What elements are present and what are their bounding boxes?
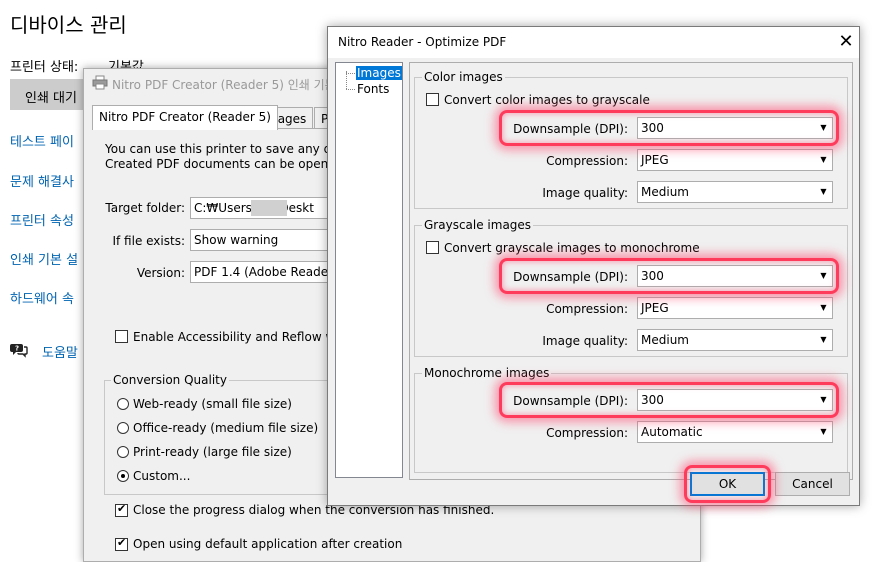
creator-description-line2: Created PDF documents can be opened [105,157,344,171]
nav-item-fonts[interactable]: Fonts [356,82,390,96]
open-queue-button[interactable]: 인쇄 대기 [10,79,90,110]
tab-nitro-creator[interactable]: Nitro PDF Creator (Reader 5) [92,105,278,130]
printer-icon [92,75,108,90]
grayscale-compression-value: JPEG [641,301,669,315]
chevron-down-icon: ▼ [820,303,827,312]
color-quality-label: Image quality: [542,186,628,200]
hardware-properties-link[interactable]: 하드웨어 속 [10,288,74,307]
quality-print-radio[interactable] [117,446,129,458]
quality-web-label: Web-ready (small file size) [133,397,292,411]
grayscale-images-caption: Grayscale images [422,218,534,232]
quality-office-label: Office-ready (medium file size) [133,421,319,435]
help-link[interactable]: 도움말 [42,342,78,361]
creator-description-line1: You can use this printer to save any doc… [105,142,353,156]
cancel-button[interactable]: Cancel [775,472,850,496]
if-file-exists-value: Show warning [194,233,279,247]
color-compression-label: Compression: [546,154,628,168]
close-icon[interactable]: ✕ [834,30,858,54]
mono-compression-label: Compression: [546,426,628,440]
quality-custom-label: Custom... [133,469,191,483]
downsample-highlight [499,110,839,146]
page-title: 디바이스 관리 [10,13,127,37]
quality-custom-radio[interactable] [117,470,129,482]
chevron-down-icon: ▼ [820,187,827,196]
monochrome-images-caption: Monochrome images [422,366,552,380]
color-images-caption: Color images [422,70,505,84]
color-to-grayscale-checkbox[interactable] [426,93,439,106]
dialog-titlebar: Nitro Reader - Optimize PDF ✕ [328,27,859,58]
grayscale-to-mono-label: Convert grayscale images to monochrome [444,241,700,255]
if-file-exists-select[interactable]: Show warning [190,229,340,251]
pdf-version-value: PDF 1.4 (Adobe Reader [194,265,334,279]
grayscale-quality-value: Medium [641,333,689,347]
chevron-down-icon: ▼ [820,335,827,344]
optimize-category-list: Images Fonts [335,62,403,478]
color-to-grayscale-label: Convert color images to grayscale [444,93,650,107]
printer-status-label: 프린터 상태: [10,60,79,75]
creator-window-title: Nitro PDF Creator (Reader 5) 인쇄 기본 [112,78,336,92]
mono-compression-value: Automatic [641,425,703,439]
tree-connector-branch [346,73,355,74]
downsample-highlight [499,382,839,418]
quality-web-radio[interactable] [117,398,129,410]
dialog-title: Nitro Reader - Optimize PDF [338,35,507,49]
downsample-highlight [499,258,839,294]
color-compression-select[interactable]: JPEG ▼ [637,149,833,171]
quality-office-radio[interactable] [117,422,129,434]
grayscale-quality-select[interactable]: Medium ▼ [637,329,833,351]
color-quality-value: Medium [641,185,689,199]
grayscale-compression-label: Compression: [546,302,628,316]
chevron-down-icon: ▼ [820,427,827,436]
grayscale-to-mono-checkbox[interactable] [426,241,439,254]
nav-item-images[interactable]: Images [356,66,402,80]
svg-text:?: ? [15,345,19,353]
troubleshooter-link[interactable]: 문제 해결사 [10,171,74,190]
color-quality-select[interactable]: Medium ▼ [637,181,833,203]
quality-print-label: Print-ready (large file size) [133,445,292,459]
redacted-username [251,200,287,216]
chevron-down-icon: ▼ [820,155,827,164]
print-test-page-link[interactable]: 테스트 페이 [10,131,74,150]
target-folder-label: Target folder: [105,201,185,215]
if-file-exists-label: If file exists: [112,234,185,248]
conversion-quality-caption: Conversion Quality [111,373,229,387]
grayscale-compression-select[interactable]: JPEG ▼ [637,297,833,319]
help-chat-icon: ? [10,342,28,358]
mono-compression-select[interactable]: Automatic ▼ [637,421,833,443]
open-default-app-checkbox[interactable] [115,536,128,551]
color-compression-value: JPEG [641,153,669,167]
pdf-version-select[interactable]: PDF 1.4 (Adobe Reader [190,261,340,283]
printer-properties-link[interactable]: 프린터 속성 [10,210,74,229]
accessibility-label: Enable Accessibility and Reflow with [133,330,351,344]
close-progress-checkbox[interactable] [115,502,128,517]
open-default-app-label: Open using default application after cre… [133,537,403,551]
tree-connector-branch [346,89,355,90]
images-settings-panel: Color images Convert color images to gra… [409,62,853,480]
accessibility-checkbox[interactable] [115,330,128,343]
optimize-pdf-dialog: Nitro Reader - Optimize PDF ✕ Images Fon… [327,26,860,506]
grayscale-quality-label: Image quality: [542,334,628,348]
version-label: Version: [136,266,185,280]
ok-button-highlight [684,465,771,503]
printing-preferences-link[interactable]: 인쇄 기본 설 [10,249,78,268]
